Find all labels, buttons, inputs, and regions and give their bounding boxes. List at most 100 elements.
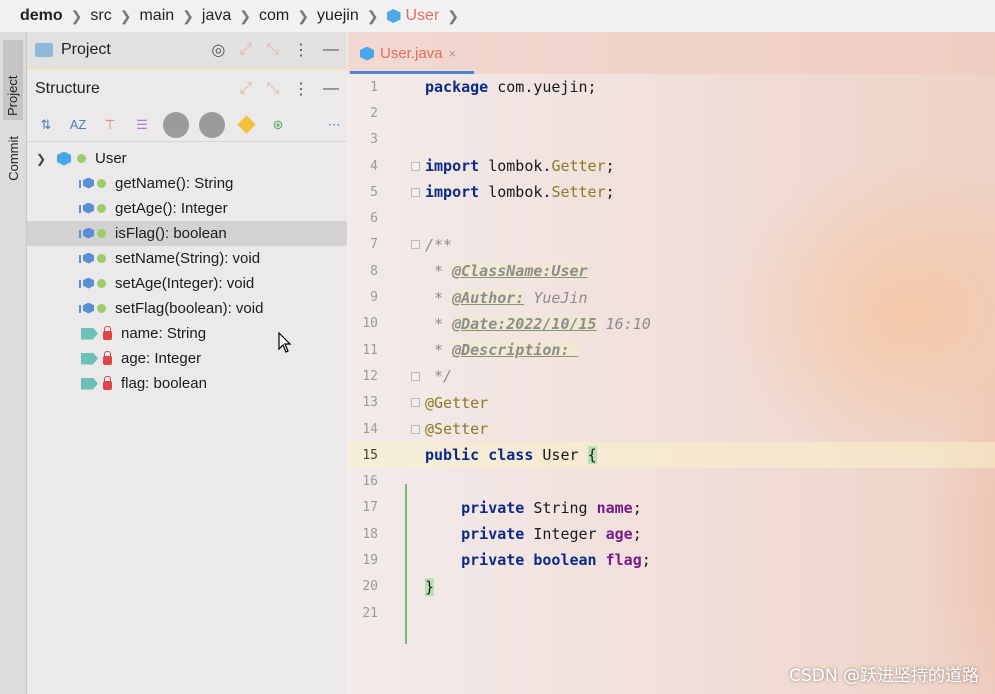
public-visibility-icon [97,204,106,213]
class-icon [386,9,401,23]
more-options-icon[interactable]: ⋮ [293,79,309,99]
breadcrumb-item-yuejin[interactable]: yuejin [317,7,359,25]
code-line: 8 * @ClassName:User [348,258,995,284]
tool-tab-commit[interactable]: Commit [4,132,23,185]
code-token: * [425,341,453,360]
editor-tab-bar: User.java × [348,32,995,74]
left-panel: Project ◎ ⤢ ⤡ ⋮ — Structure ⤢ ⤡ ⋮ — ⇅ AZ… [27,32,347,694]
more-icon[interactable]: ⋯ [323,114,345,136]
code-area[interactable]: 1 package com.yuejin; 2 3 4 import lombok.… [348,74,995,644]
code-line: 16 [348,468,995,494]
code-token: private [461,525,525,544]
tree-node-field[interactable]: age: Integer [27,346,347,371]
code-line: 20} [348,574,995,600]
code-token: package [425,78,489,97]
code-line: 9 * @Author: YueJin [348,284,995,310]
breadcrumb-item-user[interactable]: User [406,7,440,25]
show-fields-icon[interactable]: ☰ [131,114,153,136]
class-icon [360,46,374,61]
code-token: * [425,262,453,281]
tree-node-field[interactable]: name: String [27,321,347,346]
minimize-icon[interactable]: — [323,80,339,98]
fold-icon[interactable] [411,161,420,171]
collapse-icon[interactable]: ⤡ [266,80,279,98]
method-icon [79,177,93,191]
code-line: 4 import lombok. Getter; [348,153,995,179]
project-panel-header: Project ◎ ⤢ ⤡ ⋮ — [27,32,347,70]
show-inherited-icon[interactable]: ⊤ [99,114,121,136]
tool-tab-project[interactable]: Project [3,40,23,120]
expand-icon[interactable]: ⤢ [239,41,252,59]
code-token: 16:10 [596,314,651,333]
tree-node-method[interactable]: setAge(Integer): void [27,271,347,296]
expand-icon[interactable]: ⤢ [239,80,252,98]
tree-node-method[interactable]: setFlag(boolean): void [27,296,347,321]
breadcrumb-item-demo[interactable]: demo [20,7,63,25]
tree-node-method[interactable]: setName(String): void [27,246,347,271]
code-token: @Author: [452,288,525,307]
fold-icon[interactable] [411,187,420,197]
project-panel-title[interactable]: Project [61,41,111,59]
lock-icon [103,325,112,340]
autoscroll-icon[interactable]: ⊛ [267,114,289,136]
fold-icon[interactable] [411,398,420,408]
close-icon[interactable]: × [449,46,457,61]
collapse-icon[interactable]: ⤡ [266,41,279,59]
minimize-icon[interactable]: — [323,41,339,59]
code-line: 14 @Setter [348,416,995,442]
chevron-down-icon[interactable]: ❯ [31,152,51,166]
tree-node-method[interactable]: isFlag(): boolean [27,221,347,246]
editor-tab-user-java[interactable]: User.java × [350,36,474,74]
tree-node-label: getName(): String [115,175,234,192]
code-token: @Getter [425,393,489,412]
code-token: import [425,157,480,176]
method-icon [79,227,93,241]
tree-node-method[interactable]: getAge(): Integer [27,196,347,221]
fold-icon[interactable] [411,371,420,381]
breadcrumb-item-main[interactable]: main [139,7,174,25]
line-number: 15 [362,447,378,463]
code-token: lombok. [479,157,552,176]
breadcrumb-item-com[interactable]: com [259,7,289,25]
chevron-right-icon: ❯ [182,7,194,24]
show-lambdas-icon[interactable] [199,111,225,138]
fold-icon[interactable] [411,240,420,250]
code-token: @Setter [425,420,489,438]
sort-alphabetically-icon[interactable]: AZ [67,114,89,136]
tree-node-class[interactable]: ❯ User [27,146,347,171]
vcs-change-marker [405,484,407,644]
public-visibility-icon [97,254,106,263]
tree-node-field[interactable]: flag: boolean [27,371,347,396]
breadcrumb-item-src[interactable]: src [90,7,111,25]
tree-node-label: name: String [121,325,207,342]
code-token: ; [632,498,642,517]
line-number: 10 [362,316,378,332]
target-icon[interactable]: ◎ [211,40,225,60]
code-token: private [461,498,525,517]
tree-node-method[interactable]: getName(): String [27,171,347,196]
method-icon [79,202,93,216]
tree-node-label: age: Integer [121,350,202,367]
code-editor[interactable]: User.java × 1 package com.yuejin; 2 3 4 im… [348,32,995,694]
public-visibility-icon [97,304,106,313]
more-options-icon[interactable]: ⋮ [293,40,309,60]
code-token: Setter [551,183,606,202]
show-properties-icon[interactable] [235,114,257,136]
show-non-public-icon[interactable] [163,111,189,138]
chevron-right-icon: ❯ [297,7,309,24]
folder-icon [35,42,53,57]
code-line: 7 /** [348,232,995,258]
brace-match: { [587,446,597,465]
breadcrumb-item-java[interactable]: java [202,7,231,25]
line-number: 19 [362,552,378,568]
tree-node-label: User [95,150,127,167]
fold-icon[interactable] [411,424,420,434]
project-panel-actions: ◎ ⤢ ⤡ ⋮ — [211,40,339,60]
structure-panel-header: Structure ⤢ ⤡ ⋮ — [27,70,347,108]
tree-node-label: setName(String): void [115,250,261,267]
sort-by-visibility-icon[interactable]: ⇅ [35,114,57,136]
mouse-cursor-icon [278,332,292,353]
line-number: 18 [362,526,378,542]
line-number: 4 [370,158,378,174]
code-token: ; [632,525,642,544]
